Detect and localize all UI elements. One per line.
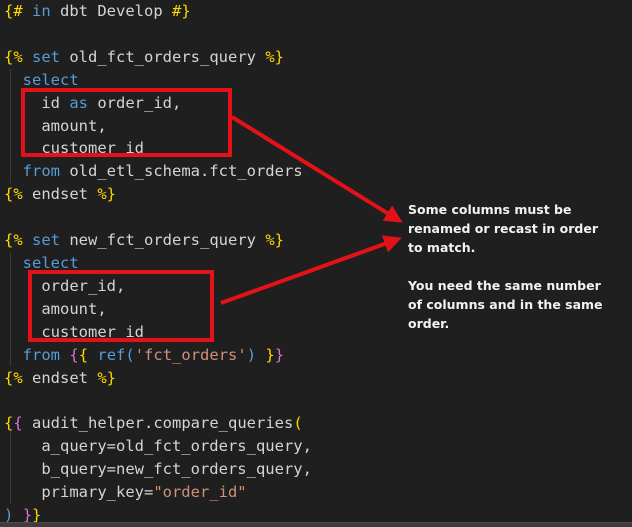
code-token: %}	[265, 231, 284, 249]
code-token: {%	[4, 369, 23, 387]
code-token: old_etl_schema.fct_orders	[60, 162, 303, 180]
code-token: {#	[4, 2, 23, 20]
code-line: from {{ ref('fct_orders') }}	[4, 344, 312, 367]
code-token: set	[32, 48, 60, 66]
code-line: a_query=old_fct_orders_query,	[4, 435, 312, 458]
code-token: {	[13, 414, 22, 432]
code-token	[4, 254, 23, 272]
code-line	[4, 23, 312, 46]
code-line: {% endset %}	[4, 183, 312, 206]
code-token: primary_key=	[4, 483, 153, 501]
code-token: {	[69, 346, 78, 364]
code-token: %}	[97, 185, 116, 203]
code-token: endset	[23, 369, 98, 387]
code-line: {% set new_fct_orders_query %}	[4, 229, 312, 252]
code-token	[23, 48, 32, 66]
code-token	[256, 346, 265, 364]
code-token: select	[23, 71, 79, 89]
code-token: from	[23, 346, 60, 364]
code-token: )	[247, 346, 256, 364]
code-token: new_fct_orders_query	[60, 231, 265, 249]
code-token: audit_helper.compare_queries	[23, 414, 294, 432]
code-token	[4, 71, 23, 89]
code-line: {% set old_fct_orders_query %}	[4, 46, 312, 69]
code-line: primary_key="order_id"	[4, 481, 312, 504]
code-token: endset	[23, 185, 98, 203]
annotation-note-match: Some columns must be renamed or recast i…	[408, 200, 628, 257]
code-token: %}	[265, 48, 284, 66]
code-token: %}	[97, 369, 116, 387]
code-token: ref(	[97, 346, 134, 364]
annotation-note-order: You need the same number of columns and …	[408, 276, 628, 333]
code-token: #}	[172, 2, 191, 20]
code-token: b_query=new_fct_orders_query,	[4, 460, 312, 478]
code-line: {{ audit_helper.compare_queries(	[4, 412, 312, 435]
code-block: {# in dbt Develop #} {% set old_fct_order…	[4, 0, 312, 527]
code-token: "order_id"	[153, 483, 246, 501]
code-line: from old_etl_schema.fct_orders	[4, 160, 312, 183]
code-token	[23, 231, 32, 249]
code-token: {%	[4, 231, 23, 249]
code-token: {	[4, 414, 13, 432]
code-token	[88, 346, 97, 364]
code-editor[interactable]: {# in dbt Develop #} {% set old_fct_order…	[0, 0, 632, 527]
code-token: {	[79, 346, 88, 364]
code-token	[4, 162, 23, 180]
code-token: 'fct_orders'	[135, 346, 247, 364]
code-token	[23, 2, 32, 20]
code-token: }	[265, 346, 274, 364]
code-token: (	[293, 414, 302, 432]
code-token: old_fct_orders_query	[60, 48, 265, 66]
code-token: {%	[4, 48, 23, 66]
code-token: a_query=old_fct_orders_query,	[4, 437, 312, 455]
code-token: in	[32, 2, 51, 20]
code-token	[4, 346, 23, 364]
code-line: b_query=new_fct_orders_query,	[4, 458, 312, 481]
highlight-box-new-columns	[28, 270, 214, 342]
code-token	[60, 346, 69, 364]
code-line: {% endset %}	[4, 367, 312, 390]
annotation-note: Some columns must be renamed or recast i…	[408, 181, 628, 352]
code-token: {%	[4, 185, 23, 203]
code-token: from	[23, 162, 60, 180]
code-line	[4, 206, 312, 229]
highlight-box-old-columns	[21, 88, 232, 157]
code-token: set	[32, 231, 60, 249]
code-token: }	[275, 346, 284, 364]
code-token: dbt Develop	[51, 2, 172, 20]
bottom-panel-edge	[0, 522, 632, 527]
code-line	[4, 389, 312, 412]
code-line: {# in dbt Develop #}	[4, 0, 312, 23]
